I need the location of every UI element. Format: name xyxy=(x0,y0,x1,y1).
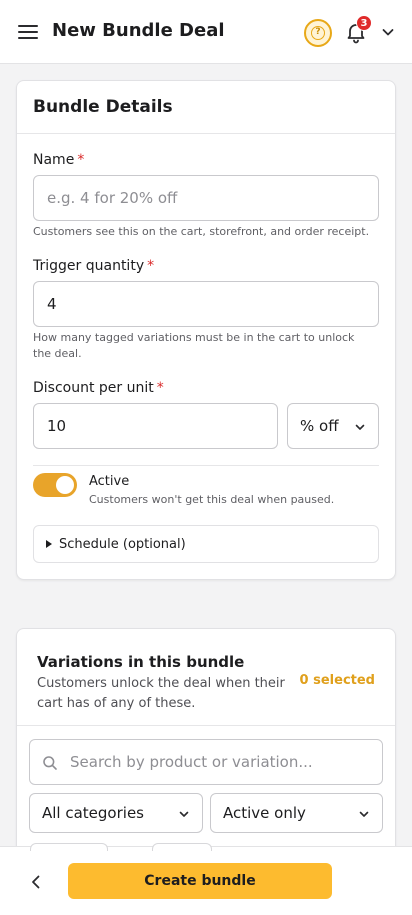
discount-type-value: % off xyxy=(300,417,339,435)
search-input[interactable] xyxy=(70,740,375,784)
required-mark: * xyxy=(156,380,164,396)
discount-label: Discount per unit * xyxy=(33,380,164,396)
menu-icon[interactable] xyxy=(18,24,38,40)
chevron-down-icon xyxy=(355,424,365,430)
variation-search xyxy=(29,739,383,785)
search-icon xyxy=(43,756,57,770)
trigger-quantity-input[interactable] xyxy=(33,281,379,327)
trigger-quantity-label-text: Trigger quantity xyxy=(33,258,145,274)
notification-badge: 3 xyxy=(356,15,372,31)
partially-hidden-chip xyxy=(30,843,108,851)
bundle-details-card: Bundle Details Name* Customers see this … xyxy=(16,80,396,580)
help-button[interactable]: ? xyxy=(304,19,332,47)
section-title: Bundle Details xyxy=(33,97,173,117)
trigger-quantity-label: Trigger quantity * xyxy=(33,258,154,274)
discount-label-text: Discount per unit xyxy=(33,380,154,396)
category-filter-select[interactable]: All categories xyxy=(29,793,203,833)
category-filter-value: All categories xyxy=(42,804,144,822)
status-filter-value: Active only xyxy=(223,804,306,822)
chevron-down-icon xyxy=(179,811,189,817)
schedule-disclosure[interactable]: Schedule (optional) xyxy=(33,525,379,563)
disclosure-triangle-icon xyxy=(46,540,52,548)
variations-title: Variations in this bundle xyxy=(37,653,245,671)
name-label: Name * xyxy=(33,152,84,168)
required-mark: * xyxy=(77,152,85,168)
chevron-down-icon[interactable] xyxy=(380,24,396,40)
discount-type-select[interactable]: % off xyxy=(287,403,379,449)
card-header: Bundle Details xyxy=(17,81,395,134)
active-toggle[interactable] xyxy=(33,473,77,497)
trigger-quantity-help: How many tagged variations must be in th… xyxy=(33,331,355,360)
partially-hidden-chip xyxy=(152,843,212,851)
divider xyxy=(33,465,379,466)
required-mark: * xyxy=(147,258,155,274)
chevron-down-icon xyxy=(359,811,369,817)
toggle-knob xyxy=(56,476,74,494)
name-input[interactable] xyxy=(33,175,379,221)
page-title: New Bundle Deal xyxy=(52,20,225,41)
name-label-text: Name xyxy=(33,152,75,168)
top-app-bar: New Bundle Deal ? 3 xyxy=(0,0,412,64)
create-bundle-button[interactable]: Create bundle xyxy=(68,863,332,899)
active-help: Customers won't get this deal when pause… xyxy=(89,493,335,506)
divider xyxy=(17,725,395,726)
chevron-left-icon[interactable] xyxy=(26,872,46,892)
variations-description: Customers unlock the deal when their car… xyxy=(37,676,285,711)
status-filter-select[interactable]: Active only xyxy=(210,793,383,833)
discount-value-input[interactable] xyxy=(33,403,278,449)
name-help: Customers see this on the cart, storefro… xyxy=(33,225,370,238)
question-mark-icon: ? xyxy=(311,26,325,40)
active-label: Active xyxy=(89,474,130,489)
selected-count: 0 selected xyxy=(299,673,375,688)
schedule-label: Schedule (optional) xyxy=(59,536,186,552)
bottom-action-bar: Create bundle xyxy=(0,843,412,915)
